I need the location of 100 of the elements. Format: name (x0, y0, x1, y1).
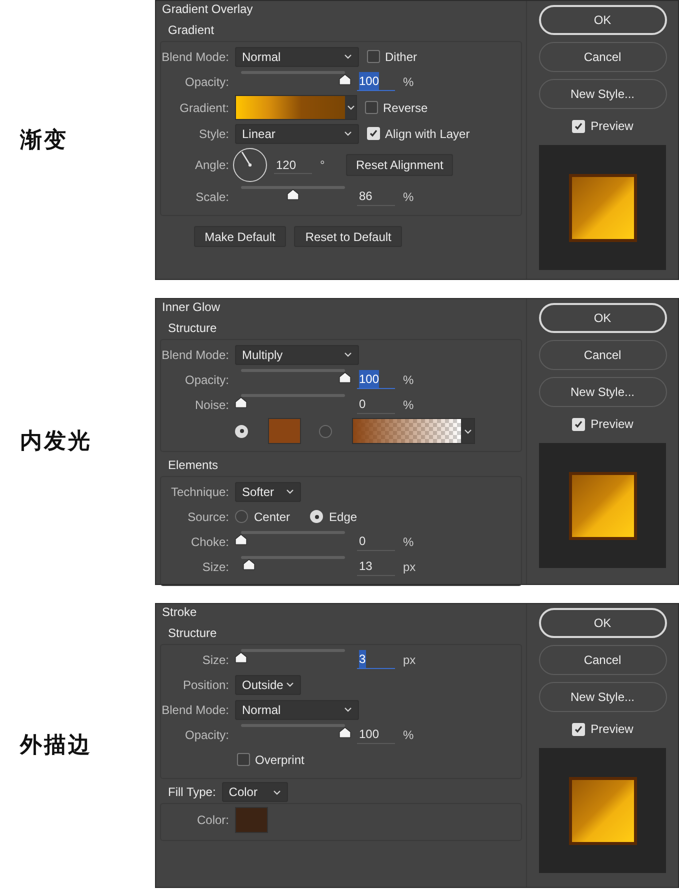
dialog-title: Gradient Overlay (161, 2, 254, 17)
chevron-down-icon (346, 105, 354, 110)
slider-thumb[interactable] (235, 397, 247, 408)
field-label: Blend Mode: (162, 702, 229, 718)
checkbox[interactable] (237, 753, 250, 766)
slider-thumb[interactable] (339, 727, 351, 738)
dropdown[interactable]: Normal (235, 46, 359, 66)
number-field[interactable]: 0 (357, 532, 395, 550)
dialog-button[interactable]: OK (538, 608, 666, 638)
number-field[interactable]: 120 (274, 156, 312, 174)
field-label: Angle: (194, 157, 229, 174)
field-label: Technique: (170, 484, 229, 500)
dialog-title: Inner Glow (161, 300, 222, 315)
checkbox[interactable] (367, 50, 380, 63)
gradient-picker[interactable] (235, 95, 357, 120)
number-field[interactable]: 100 (357, 726, 395, 744)
dialog-button[interactable]: OK (538, 5, 666, 35)
preview-label: Preview (590, 118, 634, 135)
field-label: Noise: (194, 396, 229, 414)
field-label: Opacity: (184, 74, 229, 90)
unit-label: % (403, 534, 415, 550)
default-button[interactable]: Reset to Default (294, 226, 402, 247)
field-label: Opacity: (184, 726, 229, 744)
field-label: Opacity: (184, 372, 229, 388)
dropdown[interactable]: Softer (235, 482, 301, 502)
checkmark-icon (574, 122, 583, 130)
field-label: Blend Mode: (162, 48, 229, 66)
preview-label: Preview (590, 721, 634, 738)
caption: 渐变 (20, 126, 68, 154)
section-title: Elements (168, 457, 218, 474)
dropdown[interactable]: Linear (235, 124, 359, 144)
chevron-down-icon (344, 131, 352, 136)
chevron-down-icon (286, 682, 294, 687)
reset-alignment-button[interactable]: Reset Alignment (346, 154, 454, 176)
unit-label: % (403, 372, 415, 388)
radio-label: Edge (329, 508, 358, 526)
dialog-button[interactable]: New Style... (538, 377, 666, 407)
unit-label: % (403, 74, 415, 90)
section-title: Gradient (168, 22, 214, 39)
unit-label: px (403, 652, 417, 668)
dialog-title: Stroke (161, 605, 198, 620)
dialog-button[interactable]: New Style... (538, 79, 666, 109)
radio-label: Center (254, 508, 290, 526)
unit-label: ° (320, 157, 326, 174)
default-button[interactable]: Make Default (194, 226, 286, 247)
dropdown[interactable]: Outside (235, 674, 301, 694)
slider-thumb[interactable] (339, 74, 351, 85)
section-title: Structure (168, 625, 217, 642)
checkbox-label: Reverse (383, 100, 428, 116)
chevron-down-icon (344, 707, 352, 712)
dropdown[interactable]: Multiply (235, 344, 359, 364)
preview-label: Preview (590, 416, 634, 433)
dialog-button[interactable]: Cancel (538, 340, 666, 370)
slider-thumb[interactable] (235, 534, 247, 545)
chevron-down-icon (272, 790, 281, 794)
chevron-down-icon (344, 54, 352, 59)
dialog-button[interactable]: Cancel (538, 42, 666, 72)
checkbox-label: Align with Layer (385, 126, 470, 142)
field-label: Choke: (190, 534, 229, 550)
caption: 外描边 (20, 732, 92, 760)
preview-square-drawing (568, 472, 636, 540)
field-label: Color: (196, 812, 229, 829)
caption: 内发光 (20, 428, 92, 456)
preview-square-drawing (568, 174, 636, 242)
radio-button[interactable] (235, 510, 248, 523)
field-label: Position: (182, 676, 229, 694)
dialog-button[interactable]: OK (538, 303, 666, 333)
section-title: Structure (168, 320, 217, 337)
color-swatch[interactable] (268, 418, 301, 444)
gradient-picker[interactable] (352, 418, 475, 444)
angle-dial-icon[interactable] (232, 147, 268, 183)
checkbox[interactable] (365, 101, 378, 114)
number-field[interactable]: 0 (357, 396, 395, 414)
number-field[interactable]: 86 (357, 188, 395, 206)
dialog-button[interactable]: New Style... (538, 682, 666, 712)
field-label: Gradient: (180, 100, 229, 116)
checkmark-icon (574, 724, 583, 734)
dropdown[interactable]: Normal (235, 700, 359, 720)
checkbox-label: Dither (385, 48, 418, 66)
color-swatch[interactable] (235, 807, 268, 833)
chevron-down-icon (464, 428, 472, 434)
field-label: Size: (202, 652, 229, 668)
field-label: Style: (198, 126, 229, 142)
checkmark-icon (369, 129, 378, 138)
number-field[interactable]: 13 (357, 558, 395, 576)
unit-label: % (403, 396, 415, 414)
slider-thumb[interactable] (235, 652, 247, 663)
checkmark-icon (574, 420, 583, 428)
unit-label: px (403, 558, 417, 576)
section-title: Fill Type: (168, 784, 216, 801)
dialog-button[interactable]: Cancel (538, 645, 666, 675)
unit-label: % (403, 726, 415, 744)
field-label: Size: (202, 558, 229, 576)
preview-square-drawing (568, 776, 636, 844)
radio-button[interactable] (319, 424, 332, 438)
checkbox-label: Overprint (255, 752, 304, 768)
unit-label: % (403, 188, 415, 206)
dropdown[interactable]: Color (222, 782, 288, 802)
slider-thumb[interactable] (339, 372, 351, 383)
number-field[interactable]: 3 (357, 650, 395, 668)
